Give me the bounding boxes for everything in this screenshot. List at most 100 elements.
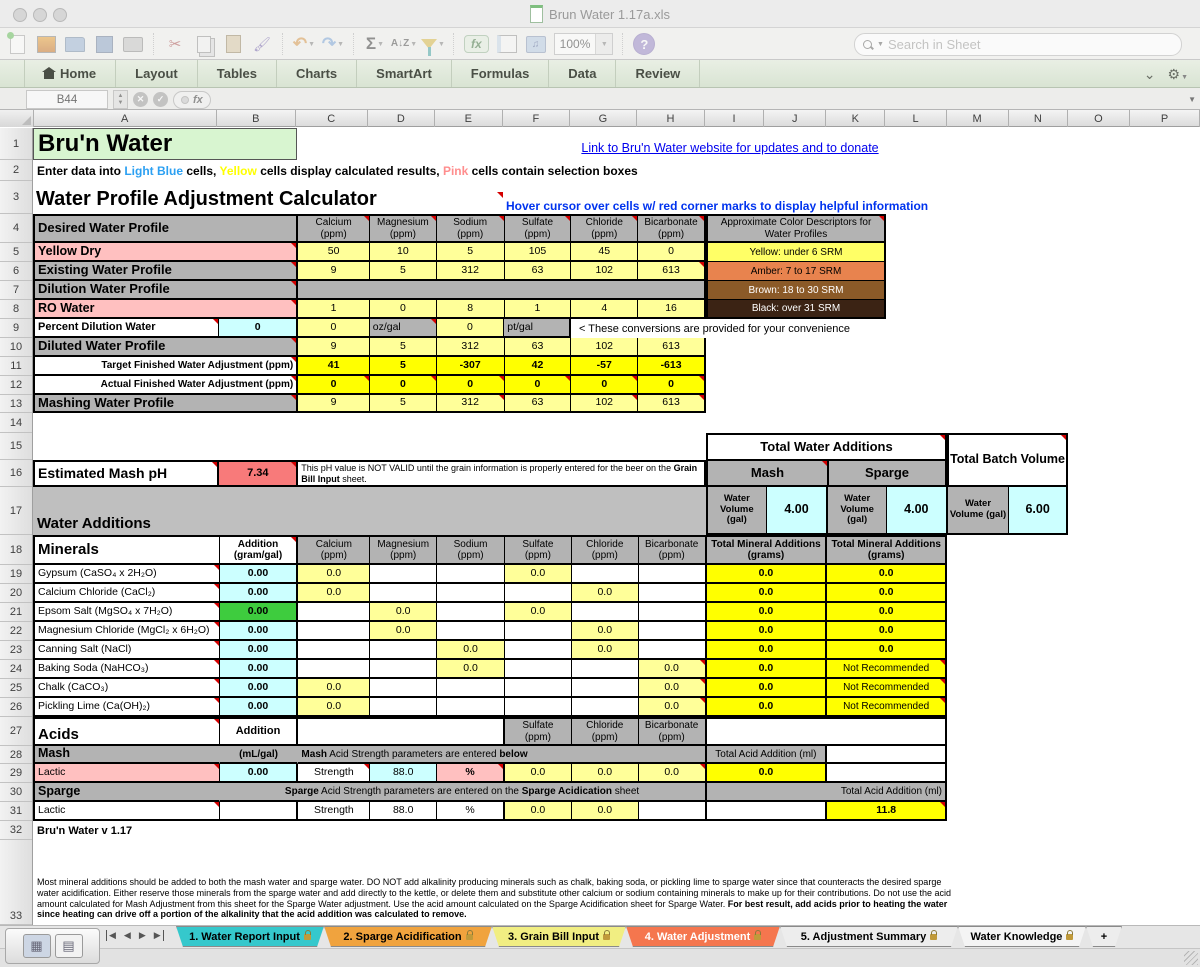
sparge-total-cell[interactable]: 0.0 xyxy=(827,622,947,641)
undo-button[interactable]: ↶▼ xyxy=(293,33,315,55)
save-button[interactable] xyxy=(93,33,115,55)
acid-ion-cell[interactable]: 0.0 xyxy=(639,764,707,783)
column-header-d[interactable]: D xyxy=(368,110,435,127)
calc-cell[interactable]: 0 xyxy=(638,376,706,395)
row-header[interactable]: 8 xyxy=(0,300,32,319)
addition-input[interactable]: 0.00 xyxy=(220,641,299,660)
cut-button[interactable]: ✂ xyxy=(164,33,186,55)
ion-cell[interactable]: 0.0 xyxy=(505,565,572,584)
sheet-tab-water-knowledge[interactable]: Water Knowledge xyxy=(958,926,1086,947)
copy-button[interactable] xyxy=(193,33,215,55)
mash-total-cell[interactable]: 0.0 xyxy=(707,660,828,679)
calc-cell[interactable]: -613 xyxy=(638,357,706,376)
workbook-gallery-button[interactable] xyxy=(35,33,57,55)
value-cell[interactable]: 4 xyxy=(571,300,638,319)
column-header-n[interactable]: N xyxy=(1009,110,1068,127)
value-cell[interactable]: 63 xyxy=(505,262,572,281)
mash-total-cell[interactable]: 0.0 xyxy=(707,565,828,584)
insert-function-button[interactable]: fx xyxy=(173,91,211,109)
redo-button[interactable]: ↷▼ xyxy=(322,33,344,55)
sparge-total-cell[interactable]: Not Recommended xyxy=(827,698,947,717)
value-cell[interactable]: 312 xyxy=(437,262,505,281)
acid-ion-cell[interactable]: 0.0 xyxy=(572,802,639,821)
ion-cell[interactable]: 0.0 xyxy=(505,603,572,622)
calc-cell[interactable]: 0 xyxy=(298,376,370,395)
tab-formulas[interactable]: Formulas xyxy=(452,60,550,87)
column-header-o[interactable]: O xyxy=(1068,110,1130,127)
profile-selector-cell[interactable]: RO Water xyxy=(35,300,298,319)
name-box[interactable]: B44 xyxy=(26,90,108,109)
row-header[interactable]: 5 xyxy=(0,243,32,262)
format-painter-button[interactable]: 🖌 xyxy=(251,33,273,55)
calc-cell[interactable]: 0 xyxy=(571,376,638,395)
row-header[interactable]: 4 xyxy=(0,214,32,243)
ion-cell[interactable]: 0.0 xyxy=(298,698,370,717)
value-cell[interactable]: 9 xyxy=(298,338,370,357)
collapse-ribbon-icon[interactable]: ⌄ xyxy=(1144,66,1156,83)
mash-acid-total[interactable]: 0.0 xyxy=(707,764,828,783)
sparge-total-cell[interactable]: 0.0 xyxy=(827,565,947,584)
value-cell[interactable]: 63 xyxy=(505,395,572,413)
acid-ion-cell[interactable]: 0.0 xyxy=(505,802,572,821)
column-header-j[interactable]: J xyxy=(764,110,826,127)
sparge-total-cell[interactable]: Not Recommended xyxy=(827,679,947,698)
row-header[interactable]: 28 xyxy=(0,746,32,764)
prev-sheet-icon[interactable]: ◀ xyxy=(124,930,131,941)
value-cell[interactable]: 102 xyxy=(571,395,638,413)
percent-dilution-input[interactable]: 0 xyxy=(219,319,298,338)
column-header-f[interactable]: F xyxy=(503,110,570,127)
paste-button[interactable] xyxy=(222,33,244,55)
help-button[interactable]: ? xyxy=(633,33,655,55)
column-header-c[interactable]: C xyxy=(296,110,368,127)
row-header[interactable]: 2 xyxy=(0,160,32,181)
tab-smartart[interactable]: SmartArt xyxy=(357,60,452,87)
column-header-h[interactable]: H xyxy=(637,110,705,127)
tab-charts[interactable]: Charts xyxy=(277,60,357,87)
value-cell[interactable]: 312 xyxy=(437,395,505,413)
value-cell[interactable]: 102 xyxy=(571,262,638,281)
normal-view-button[interactable]: ▦ xyxy=(23,934,51,958)
tab-review[interactable]: Review xyxy=(616,60,700,87)
value-cell[interactable]: 5 xyxy=(370,395,437,413)
row-header[interactable]: 13 xyxy=(0,395,32,413)
column-header-i[interactable]: I xyxy=(705,110,764,127)
column-header-p[interactable]: P xyxy=(1130,110,1200,127)
column-header-m[interactable]: M xyxy=(947,110,1009,127)
row-header[interactable]: 7 xyxy=(0,281,32,300)
calc-cell[interactable]: 42 xyxy=(505,357,572,376)
row-header[interactable]: 12 xyxy=(0,376,32,395)
addition-input[interactable]: 0.00 xyxy=(220,584,299,603)
value-cell[interactable]: 613 xyxy=(638,395,706,413)
calc-cell[interactable]: 0 xyxy=(437,376,505,395)
ion-cell[interactable]: 0.0 xyxy=(572,622,639,641)
sheet-tab-adjustment-summary[interactable]: 5. Adjustment Summary xyxy=(780,926,958,947)
row-header[interactable]: 14 xyxy=(0,413,32,433)
calc-cell[interactable]: -307 xyxy=(437,357,505,376)
row-header[interactable]: 22 xyxy=(0,622,32,641)
batch-volume-input[interactable]: 6.00 xyxy=(1009,487,1068,535)
value-cell[interactable]: 10 xyxy=(370,243,437,262)
mash-total-cell[interactable]: 0.0 xyxy=(707,641,828,660)
value-cell[interactable]: 5 xyxy=(370,262,437,281)
mash-total-cell[interactable]: 0.0 xyxy=(707,679,828,698)
column-header-g[interactable]: G xyxy=(570,110,637,127)
column-header-b[interactable]: B xyxy=(217,110,296,127)
value-cell[interactable]: 0 xyxy=(370,300,437,319)
page-layout-view-button[interactable]: ▤ xyxy=(55,934,83,958)
value-cell[interactable]: 5 xyxy=(437,243,505,262)
ion-cell[interactable]: 0.0 xyxy=(572,584,639,603)
calc-cell[interactable]: 0 xyxy=(505,376,572,395)
sheet-tab-grain-bill-input[interactable]: 3. Grain Bill Input xyxy=(492,926,626,947)
value-cell[interactable]: 9 xyxy=(298,262,370,281)
column-header-a[interactable]: A xyxy=(34,110,217,127)
zoom-control[interactable]: 100% ▼ xyxy=(554,33,614,55)
calc-cell[interactable]: 41 xyxy=(298,357,370,376)
sparge-total-cell[interactable]: 0.0 xyxy=(827,641,947,660)
row-header[interactable]: 29 xyxy=(0,764,32,783)
sparge-total-cell[interactable]: 0.0 xyxy=(827,584,947,603)
name-box-stepper[interactable]: ▲▼ xyxy=(113,90,128,109)
tab-layout[interactable]: Layout xyxy=(116,60,198,87)
addition-input[interactable]: 0.00 xyxy=(220,565,299,584)
strength-input[interactable]: 88.0 xyxy=(370,764,437,783)
column-header-e[interactable]: E xyxy=(435,110,503,127)
